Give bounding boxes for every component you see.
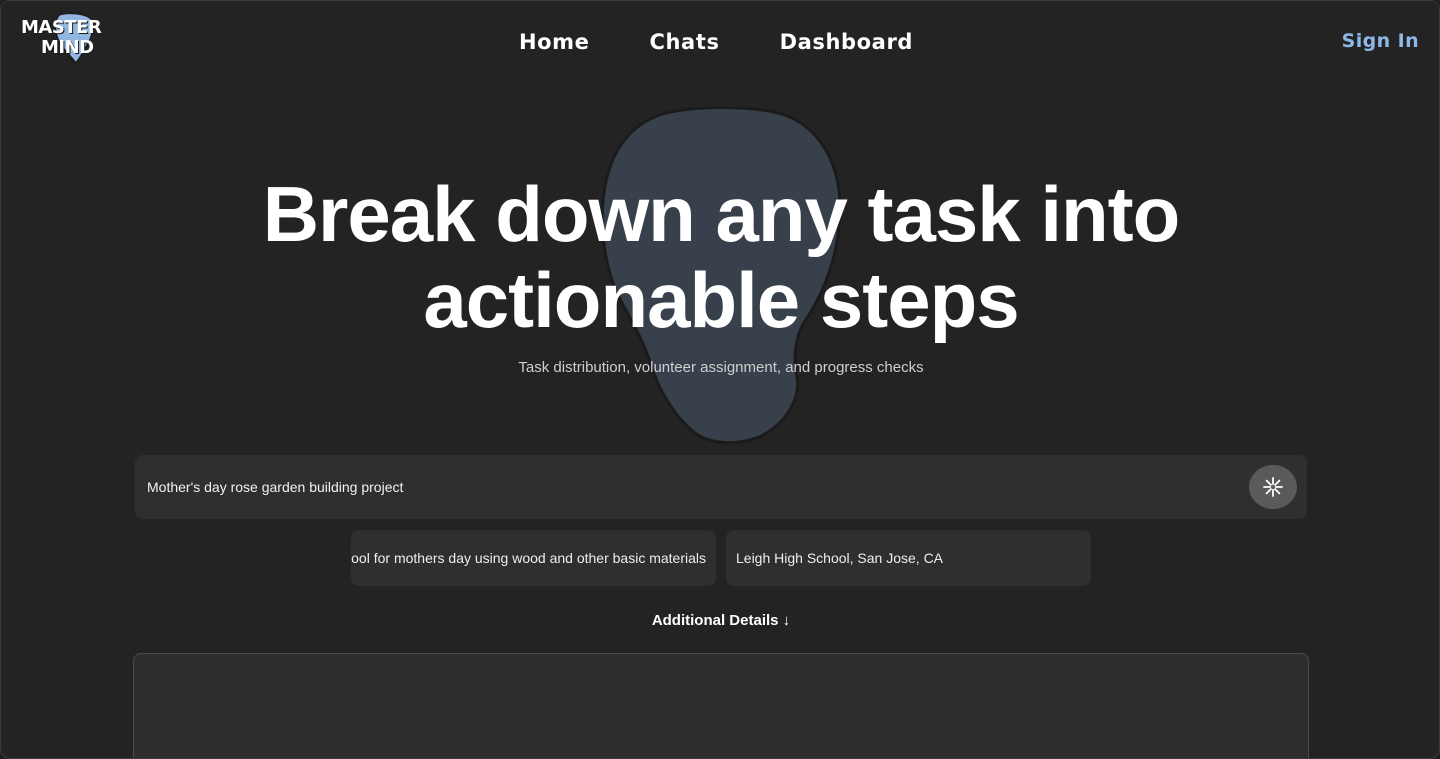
logo-text-mind: MIND [41, 37, 94, 58]
nav-link-dashboard[interactable]: Dashboard [780, 29, 913, 55]
sign-in-link[interactable]: Sign In [1342, 30, 1419, 52]
description-field-container [351, 530, 716, 586]
hero-title-line-1: Break down any task into [262, 170, 1181, 258]
location-field-container [726, 530, 1091, 586]
hero-title: Break down any task into actionable step… [1, 170, 1439, 344]
additional-details-toggle[interactable]: Additional Details ↓ [652, 612, 790, 629]
nav-link-home[interactable]: Home [519, 29, 590, 55]
task-input[interactable] [147, 455, 1237, 519]
additional-details-row: Additional Details ↓ [1, 612, 1439, 629]
hero-title-line-2: actionable steps [423, 256, 1019, 344]
main-nav: Home Chats Dashboard [1, 29, 1439, 55]
generate-button[interactable] [1249, 465, 1297, 509]
description-field[interactable] [351, 530, 706, 586]
task-input-container [135, 455, 1307, 519]
location-field[interactable] [736, 530, 1081, 586]
hero-subtitle: Task distribution, volunteer assignment,… [518, 359, 924, 376]
app-window: MASTER MIND Home Chats Dashboard Sign In… [0, 0, 1440, 759]
mastermind-logo[interactable]: MASTER MIND [21, 13, 131, 65]
logo-text-master: MASTER [21, 17, 102, 38]
additional-details-textarea[interactable] [133, 653, 1309, 758]
sparkle-asterisk-icon [1263, 477, 1283, 497]
nav-link-chats[interactable]: Chats [649, 29, 719, 55]
